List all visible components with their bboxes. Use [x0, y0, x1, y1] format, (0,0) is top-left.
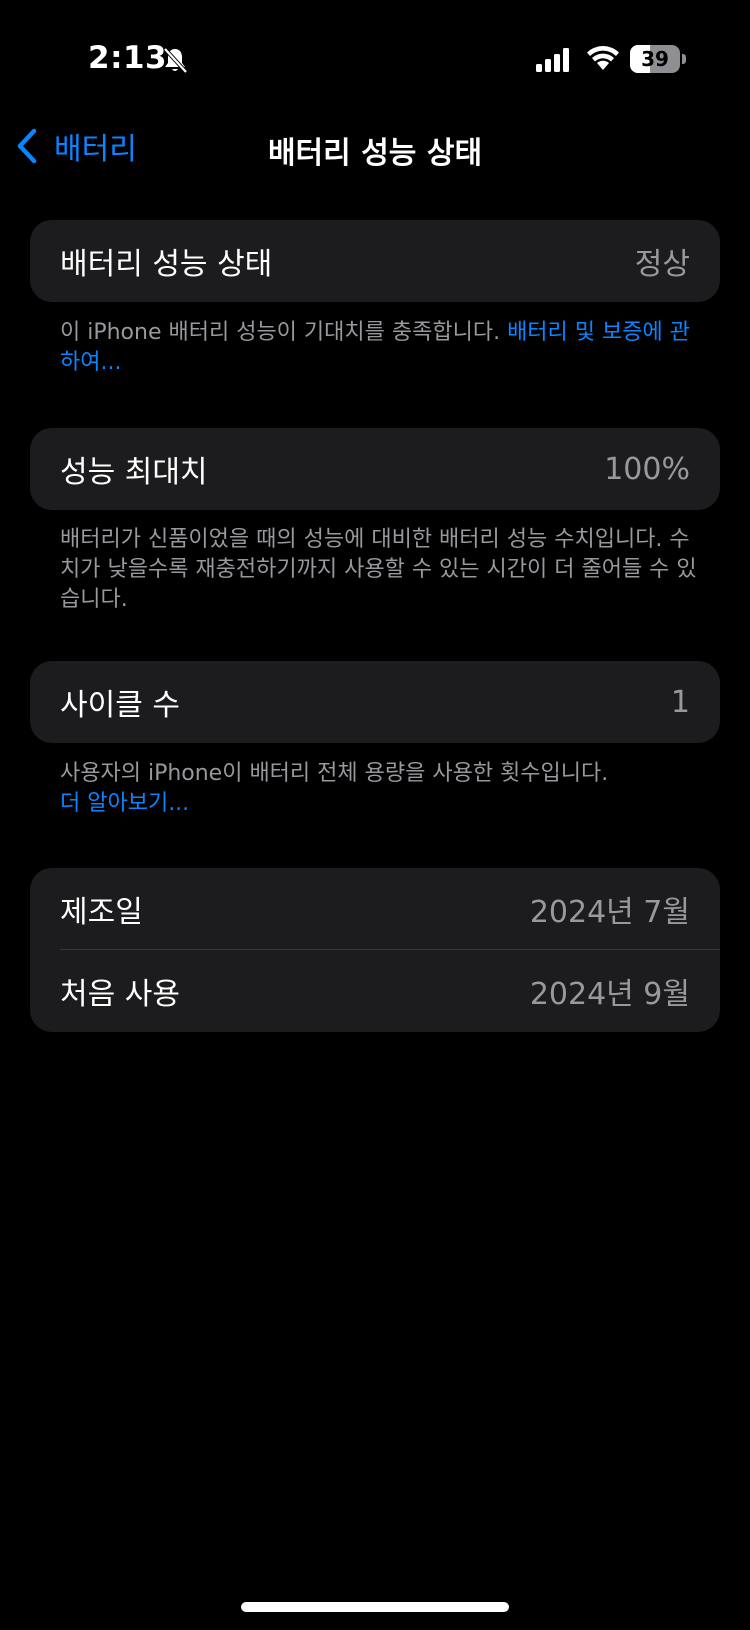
battery-cap — [682, 54, 686, 64]
page-title: 배터리 성능 상태 — [267, 136, 483, 171]
cycle-count-row: 사이클 수 1 — [30, 661, 720, 743]
cycle-count-footer-text: 사용자의 iPhone이 배터리 전체 용량을 사용한 횟수입니다. — [60, 761, 609, 786]
first-use-value: 2024년 9월 — [529, 977, 690, 1012]
manufacture-date-label: 제조일 — [60, 895, 143, 930]
maximum-capacity-label: 성능 최대치 — [60, 455, 208, 490]
battery-body: 39 — [630, 45, 680, 73]
maximum-capacity-group: 성능 최대치 100% — [30, 428, 720, 510]
battery-icon: 39 — [630, 45, 686, 73]
battery-health-screen: 2:13 39 배터리 배터리 성능 상태 배터리 성능 상태 정상 이 iPh… — [0, 0, 750, 1630]
learn-more-link[interactable]: 더 알아보기... — [60, 789, 700, 819]
battery-percent: 39 — [641, 47, 669, 71]
battery-health-row: 배터리 성능 상태 정상 — [30, 220, 720, 302]
battery-health-label: 배터리 성능 상태 — [60, 247, 273, 282]
cycle-count-footer: 사용자의 iPhone이 배터리 전체 용량을 사용한 횟수입니다. 더 알아보… — [60, 759, 700, 819]
manufacture-date-value: 2024년 7월 — [529, 895, 690, 930]
cycle-count-label: 사이클 수 — [60, 688, 180, 723]
maximum-capacity-footer: 배터리가 신품이었을 때의 성능에 대비한 배터리 성능 수치입니다. 수치가 … — [60, 527, 697, 612]
status-time: 2:13 — [88, 40, 168, 76]
battery-health-group: 배터리 성능 상태 정상 — [30, 220, 720, 302]
cycle-count-group: 사이클 수 1 — [30, 661, 720, 743]
navigation-bar: 배터리 배터리 성능 상태 — [0, 110, 750, 180]
battery-health-footer-text: 이 iPhone 배터리 성능이 기대치를 충족합니다. — [60, 320, 508, 345]
first-use-row: 처음 사용 2024년 9월 — [30, 950, 720, 1032]
wifi-icon — [587, 46, 619, 70]
manufacture-date-row: 제조일 2024년 7월 — [30, 868, 720, 950]
dates-group: 제조일 2024년 7월 처음 사용 2024년 9월 — [30, 868, 720, 1032]
bell-slash-icon — [163, 47, 188, 74]
cellular-signal-icon — [536, 48, 569, 72]
cycle-count-value: 1 — [670, 684, 690, 720]
battery-health-value: 정상 — [634, 247, 690, 282]
status-bar: 2:13 39 — [0, 0, 750, 120]
maximum-capacity-value: 100% — [604, 451, 690, 487]
battery-health-footer: 이 iPhone 배터리 성능이 기대치를 충족합니다. 배터리 및 보증에 관… — [60, 318, 700, 378]
home-indicator[interactable] — [241, 1602, 509, 1612]
first-use-label: 처음 사용 — [60, 977, 180, 1012]
maximum-capacity-row: 성능 최대치 100% — [30, 428, 720, 510]
